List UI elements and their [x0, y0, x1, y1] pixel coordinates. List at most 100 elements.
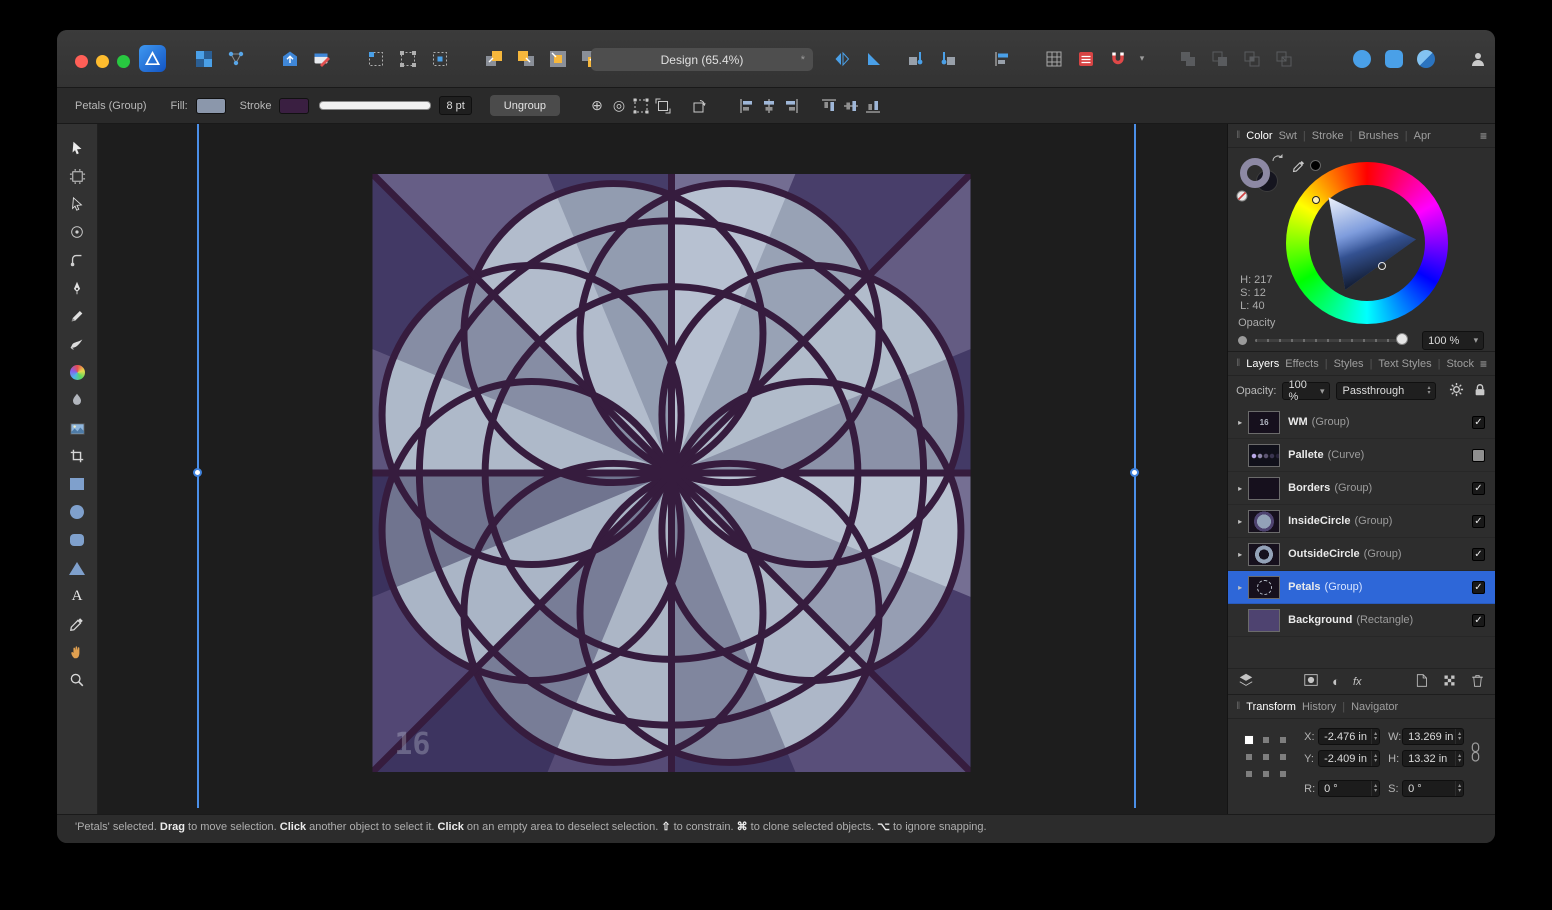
layer-thumbnail[interactable]	[1248, 444, 1280, 467]
blend-mode-dropdown[interactable]: Passthrough ▴▾	[1336, 382, 1436, 400]
picked-color-swatch[interactable]	[1310, 160, 1321, 171]
publish-icon[interactable]	[280, 49, 300, 69]
minimize-window-button[interactable]	[96, 55, 109, 68]
document-tab[interactable]: Design (65.4%) *	[591, 48, 813, 71]
layer-visibility-checkbox[interactable]: ✓	[1472, 548, 1485, 561]
no-color-icon[interactable]	[1236, 190, 1248, 205]
insert-inside-icon[interactable]	[548, 49, 568, 69]
tab-stock[interactable]: Stock	[1446, 358, 1474, 370]
w-input[interactable]: 13.269 in ▴▾	[1402, 728, 1464, 745]
rotation-input[interactable]: 0 ° ▴▾	[1318, 780, 1380, 797]
disclosure-icon[interactable]: ▸	[1234, 517, 1246, 526]
transform-origin-icon[interactable]	[688, 95, 710, 117]
account-icon[interactable]	[1468, 49, 1488, 69]
separate-transform-icon[interactable]	[652, 95, 674, 117]
move-tool[interactable]	[57, 134, 97, 162]
align-center-horizontal-icon[interactable]	[758, 95, 780, 117]
layer-visibility-checkbox[interactable]: ✓	[1472, 515, 1485, 528]
layer-row-petals-selected[interactable]: ▸ Petals (Group) ✓	[1228, 571, 1495, 604]
vector-crop-tool[interactable]	[57, 442, 97, 470]
layer-visibility-checkbox[interactable]: ✓	[1472, 614, 1485, 627]
align-top-icon[interactable]	[818, 95, 840, 117]
hue-wheel[interactable]	[1286, 162, 1448, 324]
disclosure-icon[interactable]: ▸	[1234, 583, 1246, 592]
insert-behind-icon[interactable]	[516, 49, 536, 69]
anchor-point-selector[interactable]	[1240, 731, 1292, 783]
disclosure-icon[interactable]: ▸	[1234, 418, 1246, 427]
stroke-swatch[interactable]	[279, 98, 309, 114]
panel-menu-icon[interactable]: ≡	[1480, 129, 1487, 143]
stroke-color-well[interactable]	[1240, 158, 1270, 188]
align-left-icon[interactable]	[736, 95, 758, 117]
layers-opacity-dropdown[interactable]: 100 % ▾	[1282, 382, 1330, 400]
corner-tool[interactable]	[57, 246, 97, 274]
link-dimensions-icon[interactable]	[1470, 741, 1481, 766]
x-input[interactable]: -2.476 in ▴▾	[1318, 728, 1380, 745]
studio-effects-toggle-icon[interactable]	[1416, 49, 1436, 69]
opacity-slider-thumb[interactable]	[1396, 333, 1408, 345]
tab-text-styles[interactable]: Text Styles	[1378, 358, 1431, 370]
layer-visibility-checkbox[interactable]: ✓	[1472, 581, 1485, 594]
selection-right-edge[interactable]	[1134, 124, 1136, 808]
h-input[interactable]: 13.32 in ▴▾	[1402, 750, 1464, 767]
studio-color-toggle-icon[interactable]	[1352, 49, 1372, 69]
edit-document-icon[interactable]	[312, 49, 332, 69]
move-backward-icon[interactable]	[938, 49, 958, 69]
tab-effects[interactable]: Effects	[1285, 358, 1318, 370]
tab-layers[interactable]: Layers	[1246, 358, 1279, 370]
tab-color[interactable]: Color	[1246, 130, 1272, 142]
shape-tool[interactable]	[57, 554, 97, 582]
layer-visibility-checkbox[interactable]	[1472, 449, 1485, 462]
opacity-slider[interactable]	[1255, 339, 1403, 342]
layer-row-background[interactable]: Background (Rectangle) ✓	[1228, 604, 1495, 637]
flip-vertical-icon[interactable]	[864, 49, 884, 69]
swap-colors-icon[interactable]	[1272, 153, 1284, 166]
layer-thumbnail[interactable]: 16	[1248, 411, 1280, 434]
layer-row-outsidecircle[interactable]: ▸ OutsideCircle (Group) ✓	[1228, 538, 1495, 571]
ungroup-button[interactable]: Ungroup	[490, 95, 560, 116]
snap-to-object-icon[interactable]	[430, 49, 450, 69]
align-middle-icon[interactable]	[840, 95, 862, 117]
transparency-tool[interactable]	[57, 386, 97, 414]
panel-menu-icon[interactable]: ≡	[1480, 357, 1487, 371]
align-bottom-icon[interactable]	[862, 95, 884, 117]
selection-right-handle[interactable]	[1130, 468, 1139, 477]
opacity-value-dropdown[interactable]: 100 % ▾	[1422, 331, 1484, 350]
layer-visibility-checkbox[interactable]: ✓	[1472, 416, 1485, 429]
layer-effects-icon[interactable]: fx	[1353, 676, 1362, 688]
zoom-window-button[interactable]	[117, 55, 130, 68]
panel-drag-handle-icon[interactable]: ‖	[1236, 130, 1240, 141]
selection-left-edge[interactable]	[197, 124, 199, 808]
layer-thumbnail[interactable]	[1248, 609, 1280, 632]
lock-icon[interactable]	[1473, 383, 1487, 400]
layer-thumbnail[interactable]	[1248, 510, 1280, 533]
tab-history[interactable]: History	[1302, 701, 1336, 713]
shear-input[interactable]: 0 ° ▴▾	[1402, 780, 1464, 797]
canvas-viewport[interactable]: 16	[98, 124, 1227, 814]
magnet-snapping-icon[interactable]	[1108, 49, 1128, 69]
pixel-align-icon[interactable]	[1076, 49, 1096, 69]
layer-visibility-checkbox[interactable]: ✓	[1472, 482, 1485, 495]
artboard-tool[interactable]	[57, 162, 97, 190]
stroke-width-value[interactable]: 8 pt	[439, 96, 471, 115]
mask-layer-icon[interactable]	[1303, 672, 1319, 691]
pen-tool[interactable]	[57, 274, 97, 302]
layer-thumbnail[interactable]	[1248, 543, 1280, 566]
adjustment-layer-icon[interactable]: ◐	[1332, 674, 1340, 689]
studio-swatches-toggle-icon[interactable]	[1384, 49, 1404, 69]
layer-thumbnail[interactable]	[1248, 576, 1280, 599]
tab-transform[interactable]: Transform	[1246, 701, 1296, 713]
tab-appearance[interactable]: Apr	[1414, 130, 1431, 142]
place-image-tool[interactable]	[57, 414, 97, 442]
disclosure-icon[interactable]: ▸	[1234, 550, 1246, 559]
disclosure-icon[interactable]: ▸	[1234, 484, 1246, 493]
zoom-tool[interactable]	[57, 666, 97, 694]
tab-styles[interactable]: Styles	[1334, 358, 1364, 370]
rounded-rectangle-tool[interactable]	[57, 526, 97, 554]
panel-drag-handle-icon[interactable]: ‖	[1236, 358, 1240, 369]
color-picker-tool[interactable]	[57, 610, 97, 638]
color-picker-icon[interactable]	[1292, 159, 1306, 176]
hue-marker[interactable]	[1312, 196, 1320, 204]
flip-horizontal-icon[interactable]	[832, 49, 852, 69]
layer-row-borders[interactable]: ▸ Borders (Group) ✓	[1228, 472, 1495, 505]
